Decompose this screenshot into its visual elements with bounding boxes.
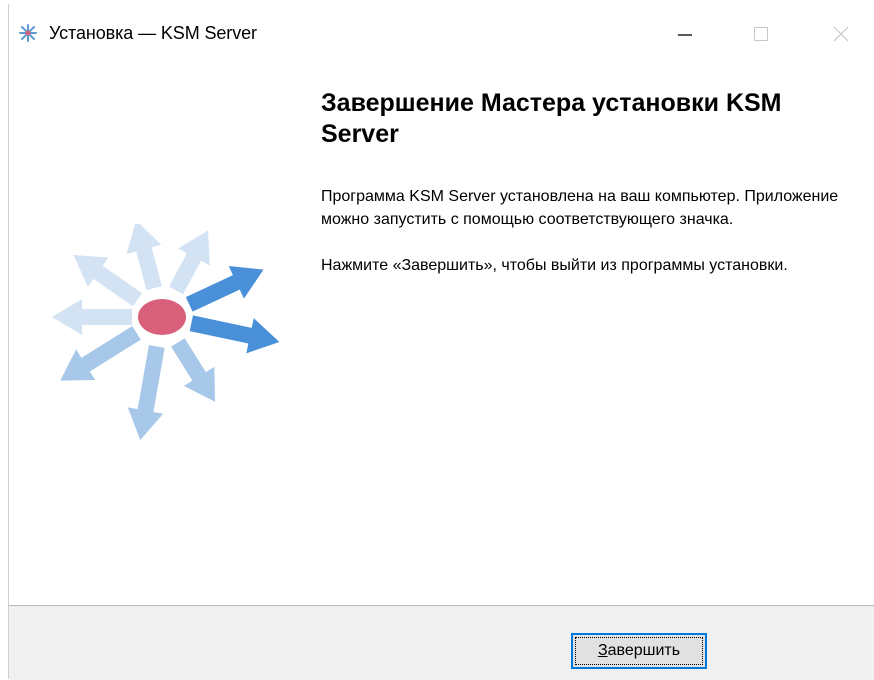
arrow-shape bbox=[60, 326, 141, 381]
page-heading: Завершение Мастера установки KSM Server bbox=[321, 89, 782, 148]
close-icon bbox=[833, 26, 849, 42]
center-dot bbox=[138, 299, 186, 335]
installer-window: Установка — KSM Server Завершение Мастер… bbox=[8, 4, 874, 680]
description: Программа KSM Server установлена на ваш … bbox=[321, 185, 841, 300]
finish-button-label: авершить bbox=[607, 642, 681, 659]
maximize-icon bbox=[754, 27, 768, 41]
close-button[interactable] bbox=[819, 12, 863, 56]
wizard-side-graphic bbox=[52, 224, 280, 441]
arrow-shape bbox=[126, 224, 162, 291]
arrow-shape bbox=[171, 338, 215, 402]
description-paragraph: Программа KSM Server установлена на ваш … bbox=[321, 188, 839, 228]
wizard-content: Завершение Мастера установки KSM Server … bbox=[9, 64, 874, 605]
finish-button[interactable]: Завершить bbox=[571, 633, 707, 669]
finish-button-accel: З bbox=[597, 642, 608, 659]
button-bar: Завершить bbox=[9, 605, 874, 680]
description-paragraph: Нажмите «Завершить», чтобы выйти из прог… bbox=[321, 257, 788, 274]
arrow-shape bbox=[52, 299, 132, 335]
arrow-shape bbox=[127, 345, 165, 441]
window-title: Установка — KSM Server bbox=[49, 23, 257, 43]
app-icon bbox=[19, 24, 37, 42]
arrow-shape bbox=[189, 315, 280, 354]
maximize-button[interactable] bbox=[739, 12, 783, 56]
minimize-button[interactable] bbox=[663, 12, 707, 56]
title-bar[interactable]: Установка — KSM Server bbox=[9, 4, 874, 64]
minimize-icon bbox=[678, 34, 692, 36]
